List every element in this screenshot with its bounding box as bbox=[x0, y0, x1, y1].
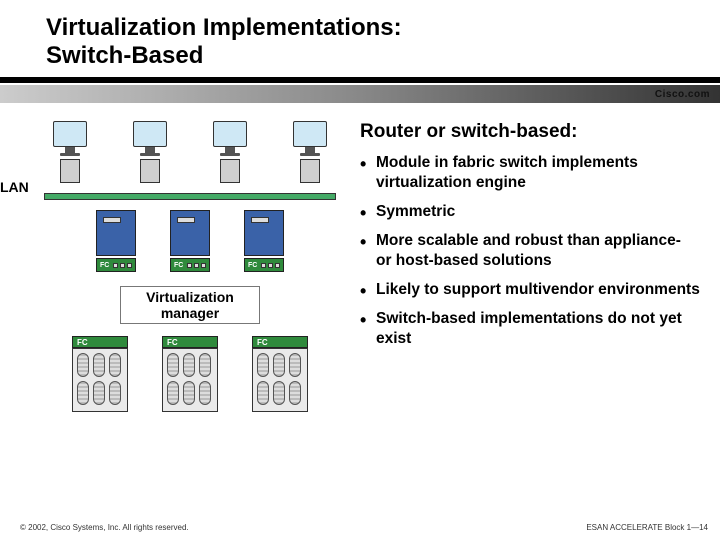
bullet-item: Module in fabric switch implements virtu… bbox=[360, 153, 700, 192]
storage-array-icon: FC bbox=[155, 336, 225, 412]
bullet-item: Switch-based implementations do not yet … bbox=[360, 309, 700, 348]
server-row: FC FC FC bbox=[40, 206, 340, 280]
footer: © 2002, Cisco Systems, Inc. All rights r… bbox=[20, 523, 708, 532]
bullet-item: Likely to support multivendor environmen… bbox=[360, 280, 700, 299]
server-icon: FC bbox=[89, 210, 143, 272]
fc-label: FC bbox=[100, 262, 109, 269]
bullet-item: More scalable and robust than appliance-… bbox=[360, 231, 700, 270]
server-icon: FC bbox=[237, 210, 291, 272]
workstation-row bbox=[40, 121, 340, 191]
fc-label: FC bbox=[174, 262, 183, 269]
workstation-icon bbox=[286, 121, 334, 183]
brand-band: Cisco.com bbox=[0, 85, 720, 103]
text-column: Router or switch-based: Module in fabric… bbox=[340, 121, 700, 412]
workstation-icon bbox=[46, 121, 94, 183]
storage-array-icon: FC bbox=[245, 336, 315, 412]
fc-label: FC bbox=[257, 338, 268, 347]
lan-bar-icon bbox=[44, 193, 336, 200]
fc-label: FC bbox=[248, 262, 257, 269]
fc-label: FC bbox=[167, 338, 178, 347]
workstation-icon bbox=[206, 121, 254, 183]
title-underline bbox=[0, 77, 720, 83]
content-row: LAN FC FC FC Virtualization manager bbox=[0, 103, 720, 412]
title-line-1: Virtualization Implementations: bbox=[46, 14, 720, 42]
lan-label: LAN bbox=[0, 179, 29, 195]
storage-array-icon: FC bbox=[65, 336, 135, 412]
title-area: Virtualization Implementations: Switch-B… bbox=[0, 0, 720, 73]
title-line-2: Switch-Based bbox=[46, 42, 720, 70]
bullet-list: Module in fabric switch implements virtu… bbox=[360, 153, 700, 348]
subhead: Router or switch-based: bbox=[360, 121, 700, 143]
workstation-icon bbox=[126, 121, 174, 183]
cisco-brand: Cisco.com bbox=[655, 89, 710, 100]
bullet-item: Symmetric bbox=[360, 202, 700, 221]
slide-number: ESAN ACCELERATE Block 1—14 bbox=[586, 523, 708, 532]
diagram: LAN FC FC FC Virtualization manager bbox=[40, 121, 340, 412]
copyright: © 2002, Cisco Systems, Inc. All rights r… bbox=[20, 523, 189, 532]
server-icon: FC bbox=[163, 210, 217, 272]
storage-row: FC FC FC bbox=[40, 332, 340, 412]
fc-label: FC bbox=[77, 338, 88, 347]
virtualization-manager-label: Virtualization manager bbox=[120, 286, 260, 324]
